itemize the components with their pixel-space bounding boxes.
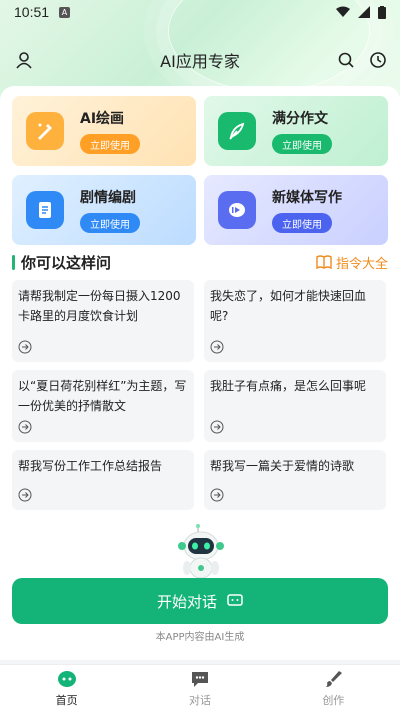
ai-disclaimer: 本APP内容由AI生成 — [155, 632, 245, 643]
feature-title: 新媒体写作 — [272, 190, 342, 206]
tab-label: 对话 — [188, 693, 211, 707]
prompt-text: 帮我写份工作工作总结报告 — [18, 459, 163, 473]
bottom-tab-bar: 首页 对话 创作 — [0, 664, 400, 712]
prompt-text: 请帮我制定一份每日摄入1200卡路里的月度饮食计划 — [18, 289, 181, 323]
feature-title: AI绘画 — [80, 111, 125, 127]
feature-card-painting[interactable]: AI绘画 立即使用 — [12, 96, 196, 166]
prompt-card[interactable]: 帮我写份工作工作总结报告 — [12, 450, 194, 510]
user-icon[interactable] — [14, 50, 34, 70]
prompt-text: 我肚子有点痛，是怎么回事呢 — [210, 379, 367, 393]
feature-card-essay[interactable]: 满分作文 立即使用 — [204, 96, 388, 166]
signal-icon — [358, 6, 370, 18]
start-chat-label: 开始对话 — [156, 593, 217, 611]
document-icon — [26, 191, 64, 229]
section-title: 你可以这样问 — [21, 253, 112, 272]
prompt-card[interactable]: 帮我写一篇关于爱情的诗歌 — [204, 450, 386, 510]
brush-icon — [326, 670, 343, 687]
feature-card-media[interactable]: 新媒体写作 立即使用 — [204, 175, 388, 245]
robot-mascot — [178, 524, 224, 585]
tab-label: 创作 — [322, 693, 345, 707]
tab-create[interactable]: 创作 — [267, 665, 400, 712]
command-list-label: 指令大全 — [335, 256, 388, 272]
tab-chat[interactable]: 对话 — [133, 665, 266, 712]
wifi-icon — [336, 6, 350, 17]
prompt-card[interactable]: 我肚子有点痛，是怎么回事呢 — [204, 370, 386, 442]
book-icon — [316, 255, 332, 269]
section-accent-bar — [12, 254, 15, 270]
paint-brush-icon — [26, 112, 64, 150]
home-icon — [57, 670, 76, 687]
notification-icon: A — [59, 6, 71, 18]
app-header: AI应用专家 — [0, 40, 400, 80]
arrow-right-icon — [210, 420, 224, 434]
history-icon[interactable] — [368, 50, 388, 70]
use-now-button[interactable]: 立即使用 — [272, 213, 332, 233]
search-icon[interactable] — [336, 50, 356, 70]
page-title: AI应用专家 — [160, 52, 240, 71]
section-header: 你可以这样问 指令大全 — [12, 250, 388, 274]
prompt-card[interactable]: 以“夏日荷花别样红”为主题，写一份优美的抒情散文 — [12, 370, 194, 442]
status-bar: 10:51 A — [0, 0, 400, 24]
chat-icon — [191, 671, 208, 687]
status-time: 10:51 — [14, 4, 50, 20]
feature-title: 满分作文 — [272, 111, 328, 127]
battery-icon — [378, 5, 386, 19]
arrow-right-icon — [18, 488, 32, 502]
feature-title: 剧情编剧 — [80, 190, 136, 206]
arrow-right-icon — [18, 340, 32, 354]
tab-home[interactable]: 首页 — [0, 665, 133, 712]
arrow-right-icon — [210, 488, 224, 502]
use-now-button[interactable]: 立即使用 — [80, 213, 140, 233]
command-list-link[interactable]: 指令大全 — [316, 253, 388, 272]
quill-icon — [218, 112, 256, 150]
arrow-right-icon — [210, 340, 224, 354]
prompt-card[interactable]: 请帮我制定一份每日摄入1200卡路里的月度饮食计划 — [12, 280, 194, 362]
feature-card-script[interactable]: 剧情编剧 立即使用 — [12, 175, 196, 245]
tab-label: 首页 — [55, 693, 78, 707]
prompt-text: 我失恋了，如何才能快速回血呢? — [210, 289, 367, 323]
prompt-text: 帮我写一篇关于爱情的诗歌 — [210, 459, 355, 473]
use-now-button[interactable]: 立即使用 — [80, 134, 140, 154]
start-chat-button[interactable]: 开始对话 — [12, 578, 388, 624]
prompt-text: 以“夏日荷花别样红”为主题，写一份优美的抒情散文 — [18, 379, 187, 413]
prompt-card[interactable]: 我失恋了，如何才能快速回血呢? — [204, 280, 386, 362]
use-now-button[interactable]: 立即使用 — [272, 134, 332, 154]
media-icon — [218, 191, 256, 229]
arrow-right-icon — [18, 420, 32, 434]
chat-bubble-icon — [227, 594, 243, 606]
